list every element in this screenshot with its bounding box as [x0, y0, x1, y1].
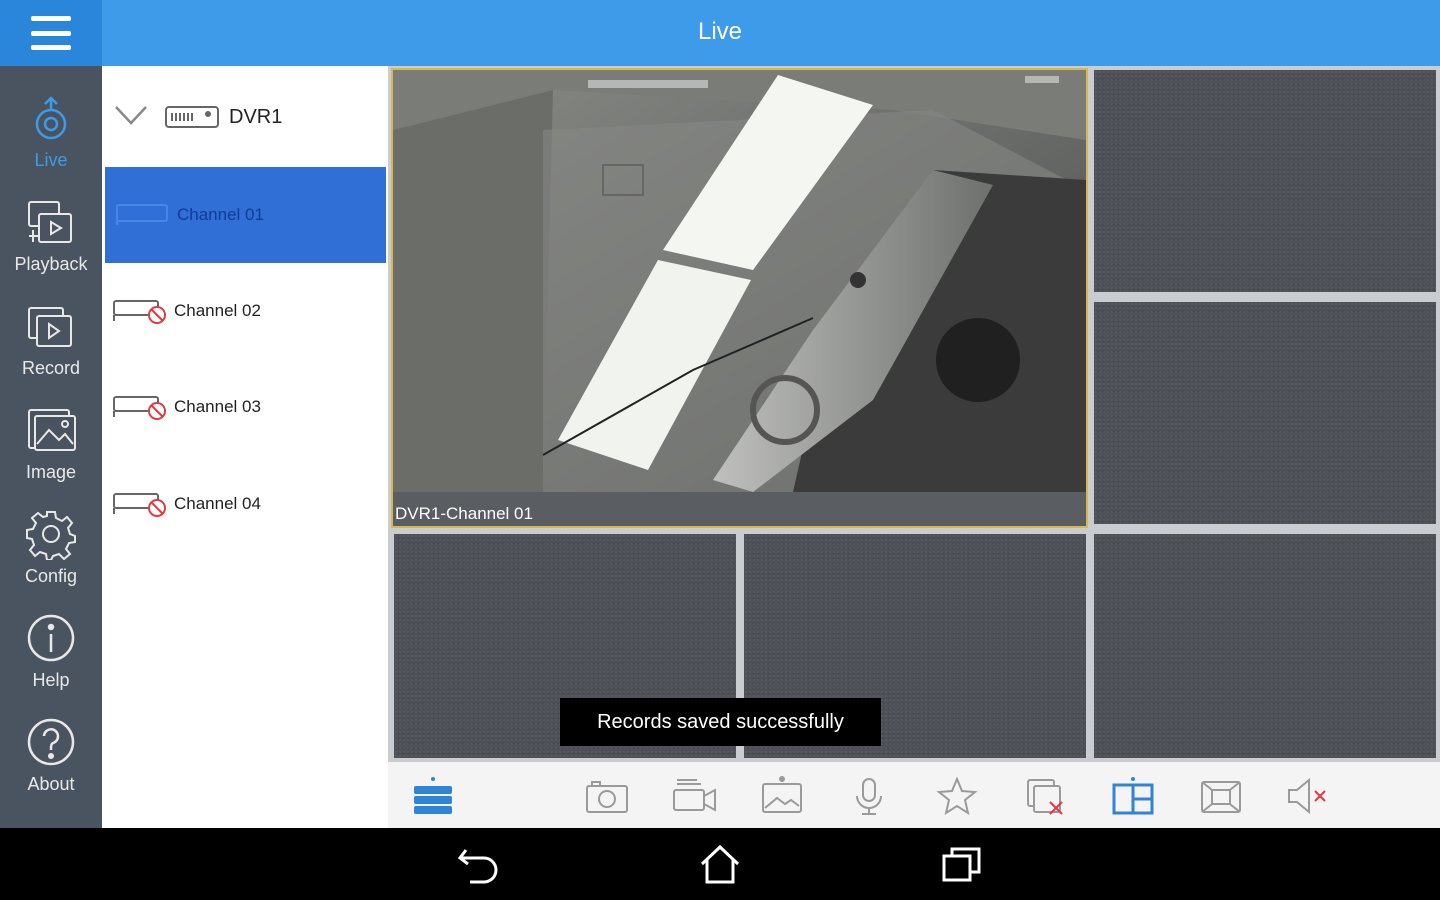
image-gallery-button[interactable] [759, 776, 805, 816]
stream-quality-button[interactable] [410, 776, 456, 816]
nav-item-image[interactable]: Image [0, 390, 102, 490]
camera-feed-image [393, 70, 1086, 492]
camera-bullet-icon [116, 204, 168, 225]
nav-item-live[interactable]: Live [0, 78, 102, 178]
microphone-button[interactable] [846, 776, 892, 816]
back-icon[interactable] [456, 844, 500, 884]
channel-item-04[interactable]: Channel 04 [102, 456, 388, 552]
nav-label: Playback [14, 254, 88, 274]
dvr-icon [165, 106, 219, 128]
camera-offline-icon [113, 300, 166, 324]
snapshot-button[interactable] [584, 776, 630, 816]
image-icon [28, 409, 76, 451]
channel-name: Channel 04 [174, 494, 261, 513]
recent-apps-icon[interactable] [940, 844, 984, 884]
nav-item-about[interactable]: About [0, 702, 102, 802]
home-icon[interactable] [698, 844, 742, 884]
video-tile-empty[interactable] [1094, 70, 1436, 292]
nav-label: Image [25, 462, 77, 482]
favorite-button[interactable] [934, 776, 980, 816]
split-layout-button[interactable] [1110, 776, 1156, 816]
camera-icon [35, 96, 67, 140]
toast-message: Records saved successfully [560, 698, 881, 746]
record-icon [28, 307, 72, 347]
image-icon [762, 776, 802, 813]
close-all-icon [1027, 779, 1063, 815]
snapshot-icon [586, 781, 628, 813]
split-layout-icon [1112, 777, 1154, 815]
live-video-grid: DVR1-Channel 01 [388, 66, 1440, 762]
camera-offline-icon [113, 396, 166, 420]
info-icon [27, 614, 75, 662]
video-tile-channel-01[interactable]: DVR1-Channel 01 [391, 68, 1088, 528]
video-toolbar [388, 762, 1440, 828]
fullscreen-button[interactable] [1198, 776, 1244, 816]
nav-label: Record [21, 358, 81, 378]
top-app-bar: Live [0, 0, 1440, 66]
dvr-device-row[interactable]: DVR1 [102, 66, 388, 166]
channel-name: Channel 03 [174, 397, 261, 416]
microphone-icon [856, 778, 882, 815]
question-icon [27, 718, 75, 766]
fullscreen-icon [1201, 781, 1241, 813]
nav-label: Config [24, 566, 78, 586]
video-tile-empty[interactable] [1094, 534, 1436, 758]
nav-label: Help [32, 670, 70, 690]
channel-name: Channel 02 [174, 301, 261, 320]
mute-button[interactable] [1285, 776, 1331, 816]
channel-list-panel: DVR1 Channel 01 Channel 02 Channel 03 Ch… [102, 66, 388, 828]
nav-item-help[interactable]: Help [0, 598, 102, 698]
side-navigation: Live Playback Record Image Config Help A… [0, 66, 102, 828]
dvr-name: DVR1 [229, 106, 283, 128]
camera-offline-icon [113, 493, 166, 517]
nav-label: Live [34, 150, 68, 170]
gear-icon [26, 511, 76, 560]
favorite-star-icon [936, 776, 978, 816]
video-tile-empty[interactable] [1094, 302, 1436, 524]
playback-icon [28, 201, 72, 243]
chevron-down-icon[interactable] [114, 104, 148, 126]
nav-item-record[interactable]: Record [0, 286, 102, 386]
close-all-button[interactable] [1022, 776, 1068, 816]
page-title: Live [697, 18, 743, 45]
video-caption: DVR1-Channel 01 [395, 504, 533, 523]
record-video-button[interactable] [671, 776, 717, 816]
nav-item-config[interactable]: Config [0, 494, 102, 594]
channel-item-01[interactable]: Channel 01 [105, 167, 386, 263]
nav-item-playback[interactable]: Playback [0, 182, 102, 282]
record-video-icon [673, 779, 716, 812]
mute-icon [1288, 777, 1326, 815]
nav-label: About [27, 774, 75, 794]
system-navigation-bar [0, 828, 1440, 900]
channel-item-03[interactable]: Channel 03 [102, 359, 388, 455]
channel-item-02[interactable]: Channel 02 [102, 263, 388, 359]
channel-name: Channel 01 [177, 205, 264, 224]
stream-quality-icon [414, 777, 452, 814]
